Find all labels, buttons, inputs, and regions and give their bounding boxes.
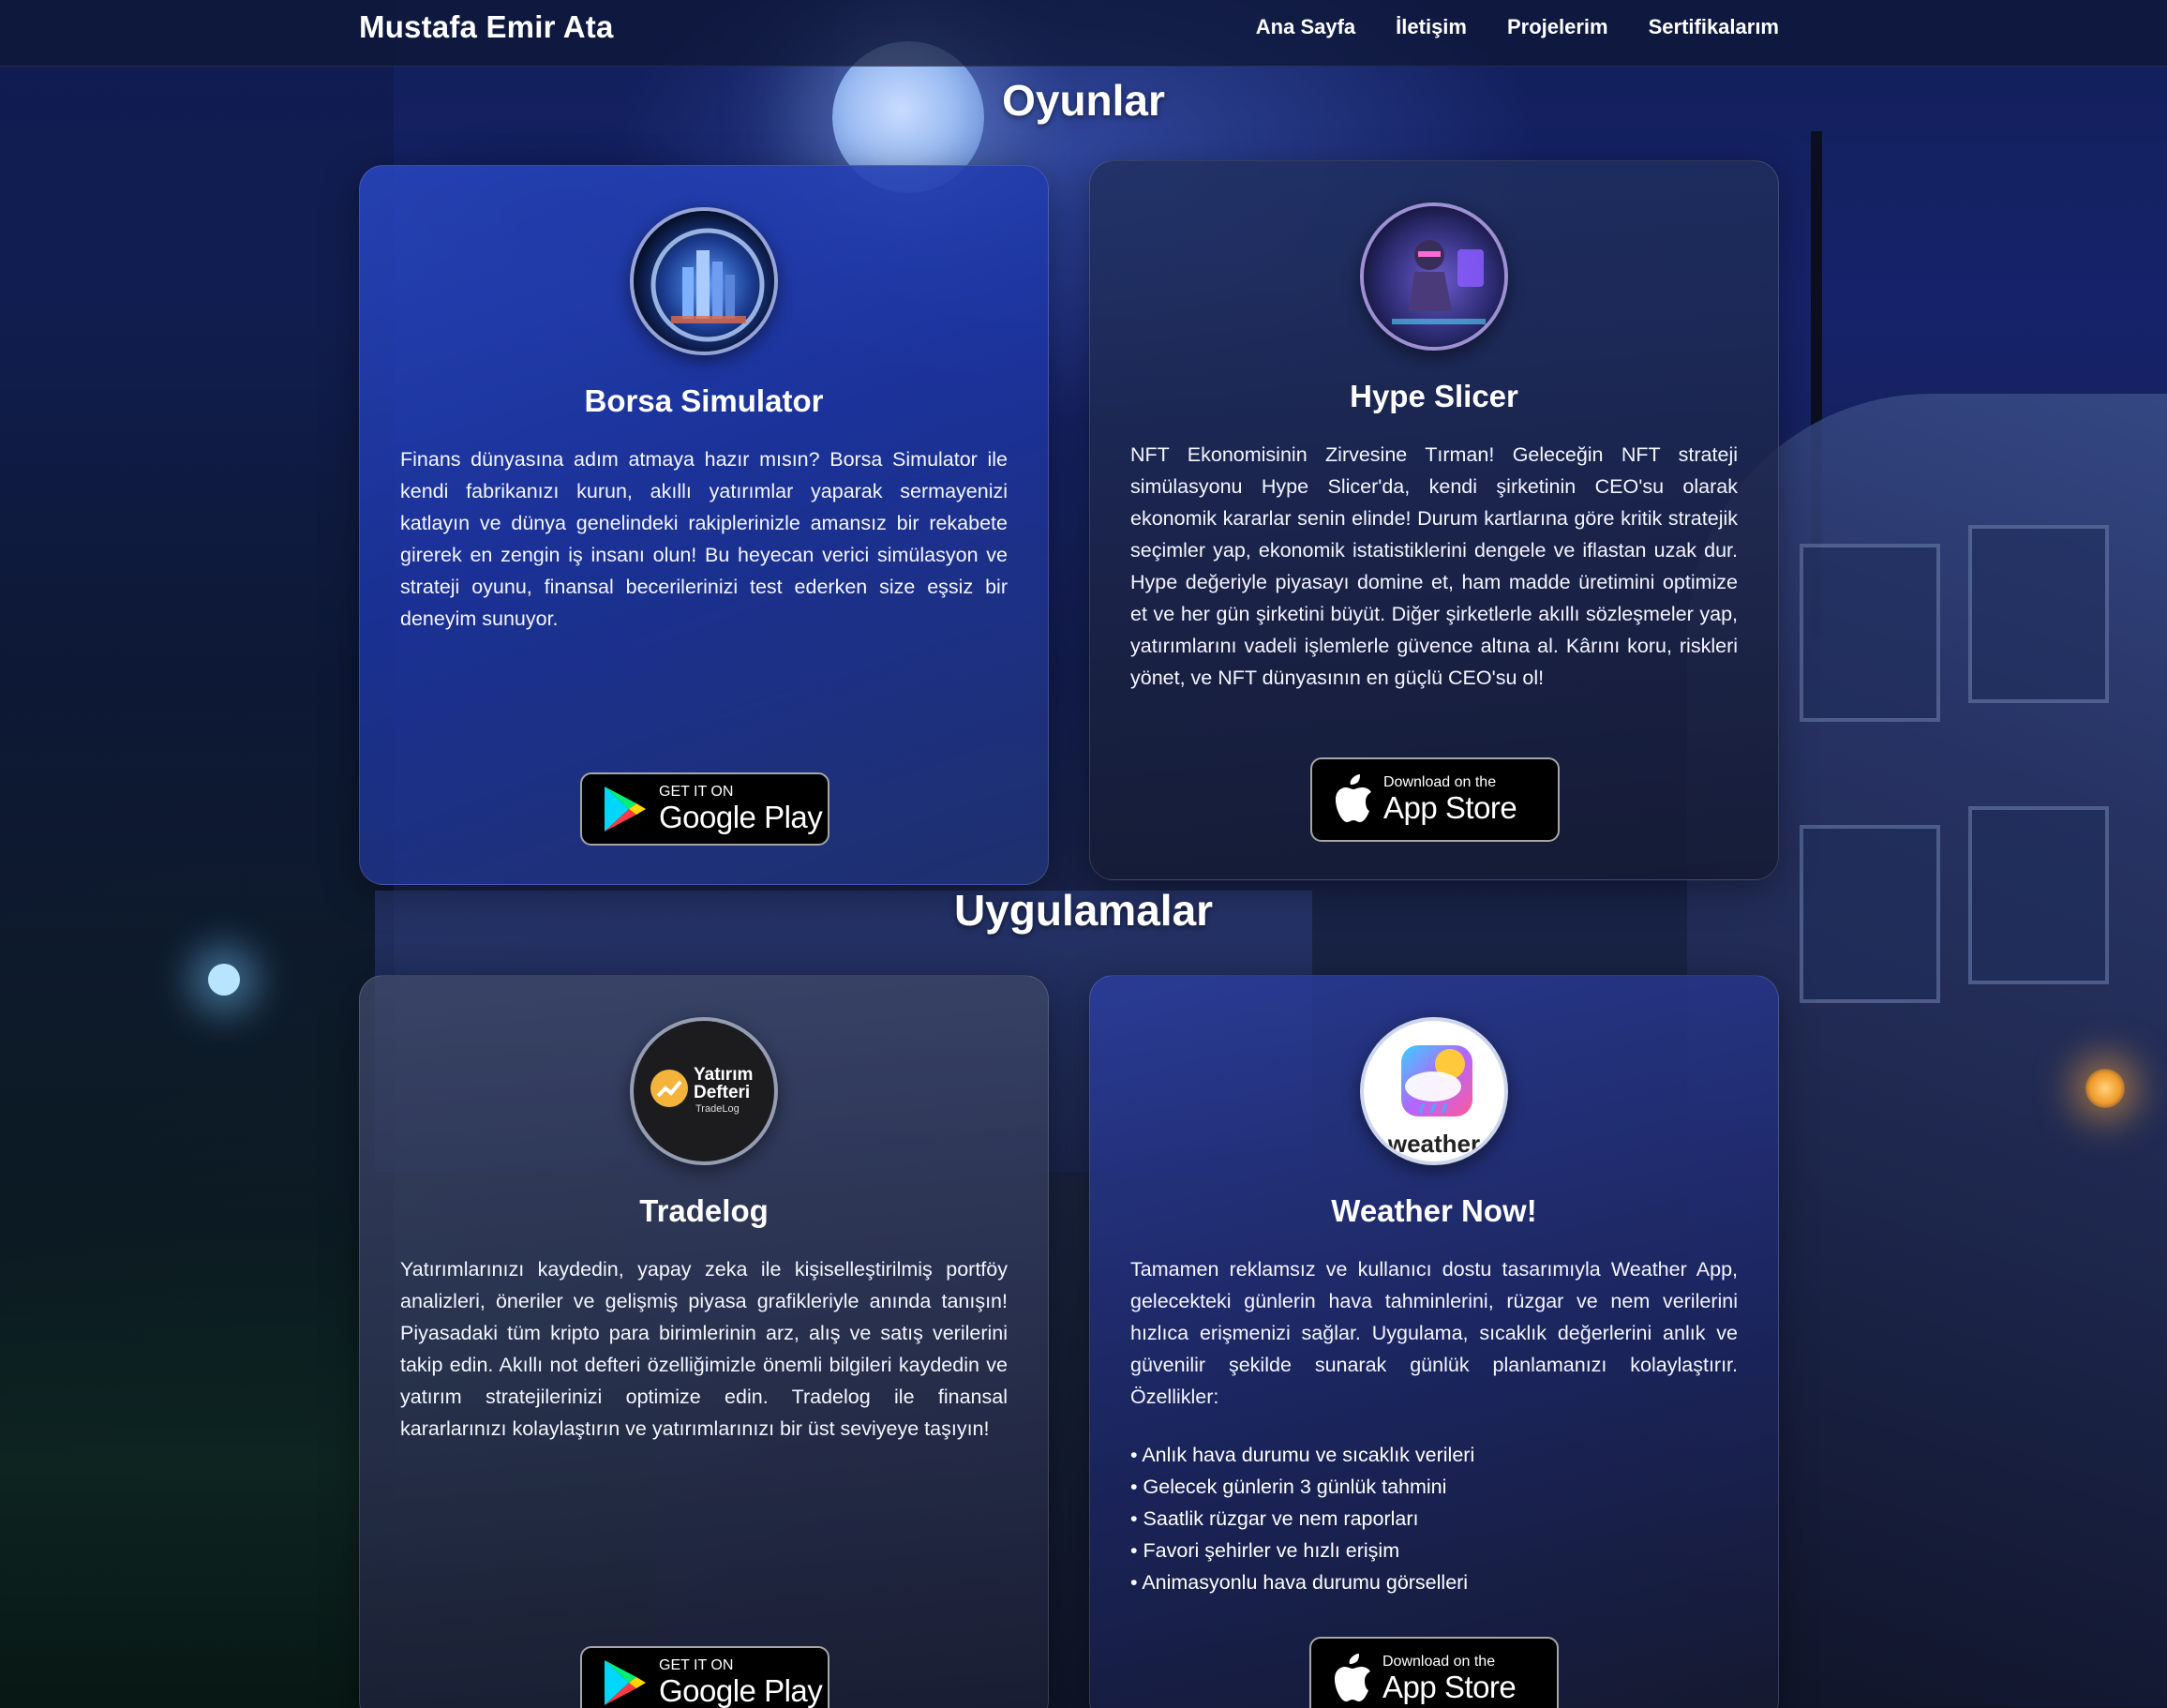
- weather-logo-text: weather: [1387, 1130, 1481, 1158]
- hype-slicer-logo: [1360, 202, 1508, 351]
- city-globe-icon: [634, 211, 774, 352]
- brand-name[interactable]: Mustafa Emir Ata: [359, 9, 614, 45]
- project-card-weather-now: weather Weather Now! Tamamen reklamsız v…: [1089, 975, 1779, 1708]
- badge-big-text: App Store: [1382, 1670, 1517, 1704]
- nav-links: Ana Sayfa İletişim Projelerim Sertifikal…: [1256, 15, 1779, 39]
- project-card-borsa-simulator: Borsa Simulator Finans dünyasına adım at…: [359, 165, 1049, 885]
- weather-now-logo: weather: [1360, 1017, 1508, 1165]
- google-play-icon: [605, 787, 646, 832]
- card-title: Borsa Simulator: [584, 383, 824, 418]
- apple-icon: [1335, 1654, 1370, 1701]
- background-train-window: [1800, 544, 1940, 722]
- card-description: Finans dünyasına adım atmaya hazır mısın…: [400, 448, 1008, 630]
- badge-big-text: App Store: [1383, 790, 1517, 825]
- card-title: Weather Now!: [1331, 1193, 1537, 1228]
- badge-text: Download on the App Store: [1382, 1654, 1517, 1704]
- badge-small-text: Download on the: [1383, 774, 1497, 790]
- navbar: Mustafa Emir Ata Ana Sayfa İletişim Proj…: [0, 0, 2167, 67]
- card-description: Yatırımlarınızı kaydedin, yapay zeka ile…: [400, 1258, 1008, 1440]
- app-store-badge[interactable]: Download on the App Store: [1310, 757, 1560, 842]
- tradelog-logo-title: Yatırım: [694, 1065, 754, 1085]
- card-description: Tamamen reklamsız ve kullanıcı dostu tas…: [1130, 1258, 1738, 1408]
- google-play-badge[interactable]: GET IT ON Google Play: [580, 1646, 829, 1708]
- feature-list: Anlık hava durumu ve sıcaklık verileri G…: [1130, 1439, 1738, 1598]
- card-title: Hype Slicer: [1350, 379, 1518, 413]
- feature-list-item: Gelecek günlerin 3 günlük tahmini: [1130, 1471, 1738, 1503]
- nav-link-iletisim[interactable]: İletişim: [1396, 15, 1467, 39]
- badge-text: GET IT ON Google Play: [659, 1657, 823, 1708]
- tradelog-logo-subtitle: Defteri: [694, 1083, 751, 1102]
- ninja-character-icon: [1364, 206, 1504, 347]
- badge-text: Download on the App Store: [1383, 774, 1517, 825]
- feature-list-item: Favori şehirler ve hızlı erişim: [1130, 1535, 1738, 1566]
- badge-text: GET IT ON Google Play: [659, 784, 823, 834]
- google-play-badge[interactable]: GET IT ON Google Play: [580, 772, 829, 846]
- background-street-lamp: [208, 964, 240, 996]
- google-play-icon: [605, 1660, 646, 1705]
- badge-big-text: Google Play: [659, 1673, 823, 1708]
- badge-small-text: GET IT ON: [659, 1657, 734, 1673]
- borsa-simulator-logo: [630, 207, 778, 355]
- feature-list-item: Animasyonlu hava durumu görselleri: [1130, 1566, 1738, 1598]
- app-store-badge[interactable]: Download on the App Store: [1309, 1637, 1559, 1708]
- background-scene: [0, 0, 2167, 1708]
- card-title: Tradelog: [639, 1193, 769, 1228]
- project-card-tradelog: Yatırım Defteri TradeLog Tradelog Yatırı…: [359, 975, 1049, 1708]
- section-title-apps: Uygulamalar: [953, 886, 1214, 935]
- apple-icon: [1336, 774, 1371, 822]
- trend-up-icon: [650, 1070, 688, 1107]
- background-train-window: [1968, 525, 2109, 703]
- badge-big-text: Google Play: [659, 800, 823, 834]
- feature-list-item: Saatlik rüzgar ve nem raporları: [1130, 1503, 1738, 1535]
- nav-link-ana-sayfa[interactable]: Ana Sayfa: [1256, 15, 1355, 39]
- project-card-hype-slicer: Hype Slicer NFT Ekonomisinin Zirvesine T…: [1089, 160, 1779, 880]
- nav-link-sertifikalarim[interactable]: Sertifikalarım: [1649, 15, 1779, 39]
- section-title-games: Oyunlar: [1002, 76, 1165, 125]
- background-train-headlight: [2085, 1069, 2125, 1108]
- badge-small-text: Download on the: [1382, 1654, 1496, 1670]
- tradelog-logo-caption: TradeLog: [695, 1103, 740, 1115]
- tradelog-logo: Yatırım Defteri TradeLog: [630, 1017, 778, 1165]
- badge-small-text: GET IT ON: [659, 784, 734, 800]
- feature-list-item: Anlık hava durumu ve sıcaklık verileri: [1130, 1439, 1738, 1471]
- card-description: NFT Ekonomisinin Zirvesine Tırman! Gelec…: [1130, 443, 1738, 689]
- nav-link-projelerim[interactable]: Projelerim: [1507, 15, 1608, 39]
